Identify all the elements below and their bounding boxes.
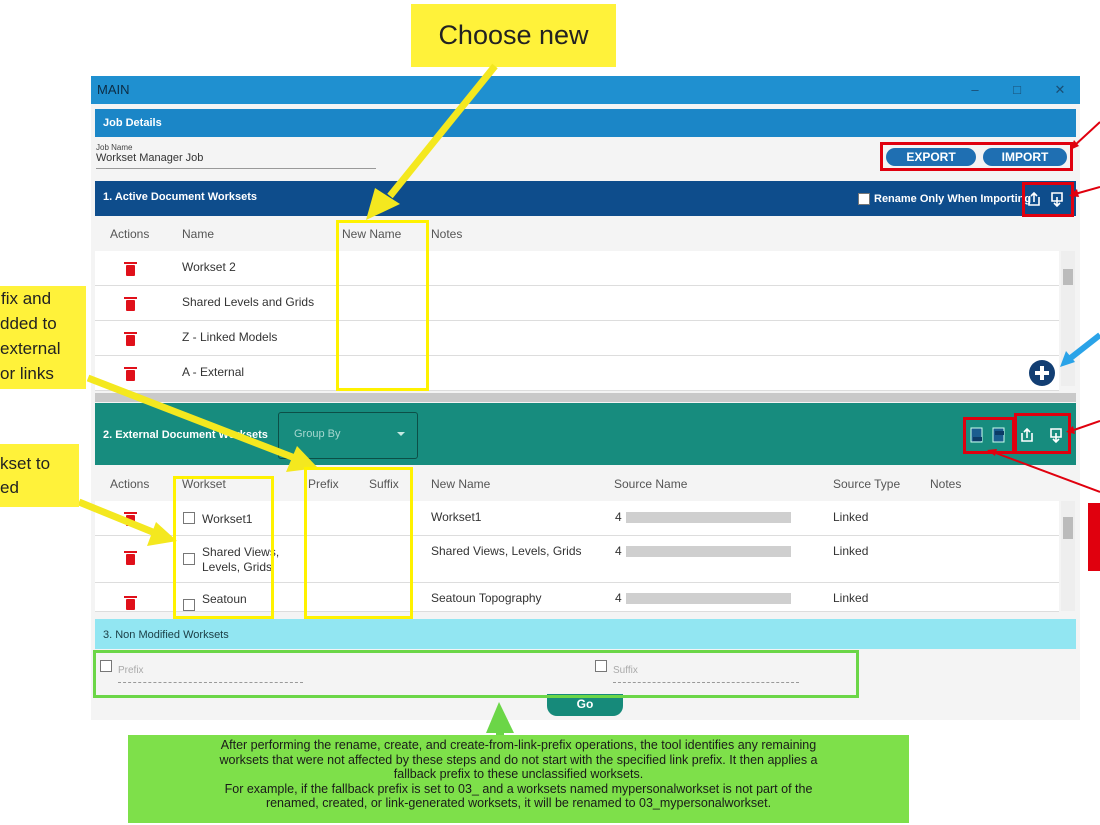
- section1-io-highlight: [1022, 182, 1074, 217]
- callout-line: kset to: [0, 454, 51, 473]
- prefix-suffix-highlight: [304, 467, 413, 619]
- callout-line: or links: [0, 364, 54, 383]
- callout-line: fix and: [1, 289, 52, 308]
- note-line: For example, if the fallback prefix is s…: [224, 781, 813, 796]
- non-modified-highlight: [93, 650, 859, 698]
- workset-column-highlight: [173, 476, 274, 619]
- section2-io-highlight: [1014, 413, 1071, 454]
- note-line: renamed, created, or link-generated work…: [265, 796, 772, 810]
- csv-io-highlight: [963, 417, 1015, 454]
- prefix-suffix-callout: fix and dded to external or links: [0, 286, 86, 389]
- note-line: After performing the rename, create, and…: [220, 738, 817, 752]
- callout-line: external: [0, 339, 61, 358]
- fallback-prefix-note: After performing the rename, create, and…: [128, 735, 909, 823]
- callout-line: ed: [0, 478, 19, 497]
- new-name-highlight: [336, 220, 429, 391]
- note-line: worksets that were not affected by these…: [219, 752, 818, 767]
- red-callout-edge: [1088, 503, 1100, 571]
- annotation-arrows: [77, 63, 1100, 737]
- workset-select-callout: kset to ed: [0, 444, 79, 507]
- export-import-highlight: [880, 142, 1073, 171]
- note-line: fallback prefix to these unclassified wo…: [393, 767, 644, 781]
- callout-line: dded to: [0, 314, 57, 333]
